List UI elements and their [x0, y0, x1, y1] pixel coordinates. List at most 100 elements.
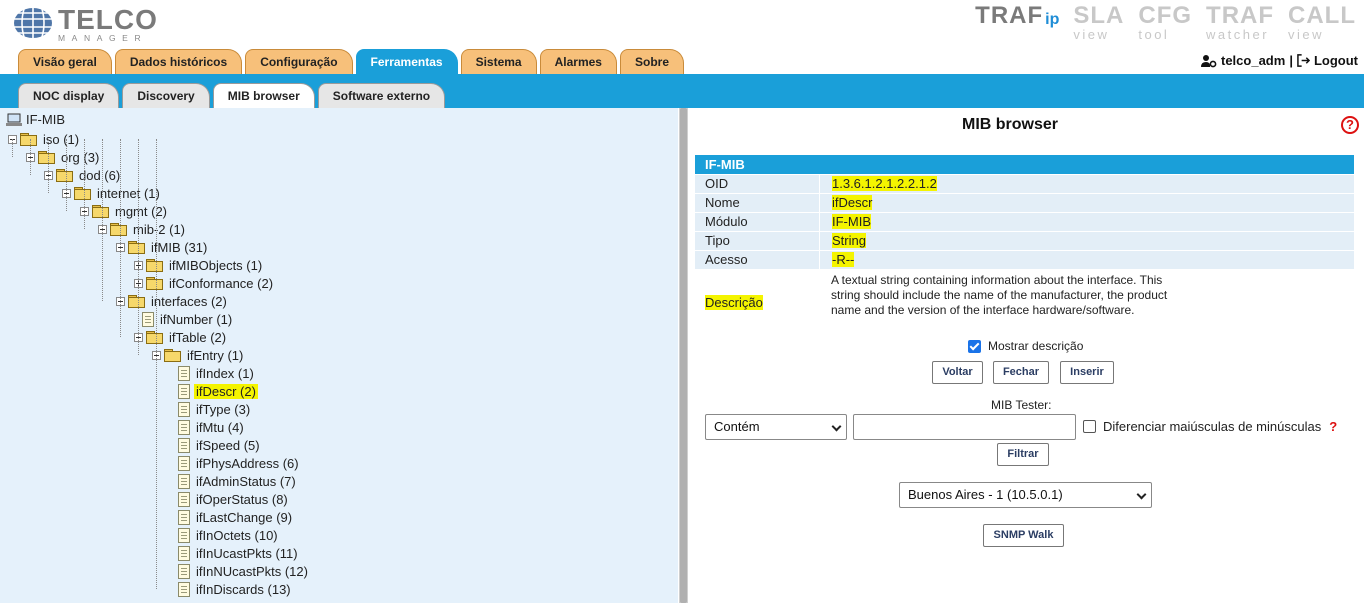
subtab-discovery[interactable]: Discovery [122, 83, 210, 108]
tree-node-label: ifOperStatus (8) [196, 491, 288, 507]
tree-node[interactable]: internet (1) [62, 184, 162, 202]
folder-icon [74, 186, 91, 200]
telco-manager-logo[interactable]: TELCO MANAGER [12, 6, 158, 42]
document-icon [178, 419, 190, 435]
tree-guide-line [66, 139, 67, 211]
tab-ferramentas[interactable]: Ferramentas [355, 49, 458, 74]
close-button[interactable]: Fechar [993, 361, 1049, 384]
tree-scrollbar-thumb[interactable] [680, 108, 687, 603]
folder-icon [164, 348, 181, 362]
show-description-toggle[interactable]: Mostrar descrição [968, 339, 1083, 353]
tree-node[interactable]: ifEntry (1) [152, 346, 245, 364]
tree-guide-line [120, 139, 121, 337]
tree-node-label: ifInNUcastPkts (12) [196, 563, 308, 579]
document-icon [142, 311, 154, 327]
tree-node-label: ifMtu (4) [196, 419, 244, 435]
folder-icon [146, 276, 163, 290]
tree-node-label: ifInUcastPkts (11) [196, 545, 298, 561]
show-description-label: Mostrar descrição [988, 339, 1084, 353]
brand-cfgtool[interactable]: CFG tool [1138, 4, 1192, 42]
tab-alarmes[interactable]: Alarmes [539, 49, 617, 74]
logout-link[interactable]: Logout [1314, 53, 1358, 68]
tree-node-label: ifMIB (31) [151, 239, 208, 255]
folder-icon [146, 258, 163, 272]
tree-node-label: ifInDiscards (13) [196, 581, 291, 597]
snmp-walk-button[interactable]: SNMP Walk [983, 524, 1064, 547]
filter-input[interactable] [853, 414, 1076, 440]
mib-table-header: IF-MIB [695, 155, 1354, 174]
tree-node[interactable]: ifNumber (1) [134, 310, 234, 328]
tree-node[interactable]: ifInUcastPkts (11) [170, 544, 300, 562]
nome-value: ifDescr [832, 195, 873, 210]
tipo-value: String [832, 233, 866, 248]
tree-node[interactable]: ifInOctets (10) [170, 526, 280, 544]
subtab-noc-display[interactable]: NOC display [18, 83, 120, 108]
tree-node[interactable]: ifInNUcastPkts (12) [170, 562, 310, 580]
help-icon[interactable]: ? [1341, 116, 1359, 134]
tree-node[interactable]: ifPhysAddress (6) [170, 454, 301, 472]
case-help-icon[interactable]: ? [1329, 419, 1337, 434]
tree-node[interactable]: interfaces (2) [116, 292, 229, 310]
user-menu: telco_adm | Logout [1201, 53, 1358, 68]
tree-node[interactable]: iso (1) [8, 130, 81, 148]
tree-node[interactable]: ifMIB (31) [116, 238, 209, 256]
insert-button[interactable]: Inserir [1060, 361, 1114, 384]
tab-configuracao[interactable]: Configuração [245, 49, 353, 74]
tree-node[interactable]: ifLastChange (9) [170, 508, 294, 526]
logout-icon[interactable] [1297, 54, 1310, 67]
tab-sobre[interactable]: Sobre [619, 49, 684, 74]
document-icon [178, 545, 190, 561]
tab-visao-geral[interactable]: Visão geral [18, 49, 112, 74]
document-icon [178, 437, 190, 453]
brand-trafip[interactable]: TRAF ip [975, 4, 1059, 28]
tree-root[interactable]: IF-MIB [6, 112, 65, 127]
match-mode-select[interactable]: Contém [705, 414, 847, 440]
show-description-checkbox[interactable] [968, 339, 981, 353]
tree-node[interactable]: ifMIBObjects (1) [134, 256, 264, 274]
document-icon [178, 563, 190, 579]
tree-guide-line [156, 139, 157, 589]
brand-callview[interactable]: CALL view [1288, 4, 1356, 42]
tree-node-label: ifAdminStatus (7) [196, 473, 296, 489]
tree-node[interactable]: ifSpeed (5) [170, 436, 262, 454]
tab-sistema[interactable]: Sistema [460, 49, 537, 74]
tree-guide-line [102, 139, 103, 301]
tree-node[interactable]: mib-2 (1) [98, 220, 187, 238]
folder-icon [38, 150, 55, 164]
oid-value: 1.3.6.1.2.1.2.2.1.2 [832, 176, 937, 191]
tree-scrollbar[interactable] [679, 108, 688, 603]
tree-node[interactable]: ifIndex (1) [170, 364, 256, 382]
tree-node-label: ifTable (2) [169, 329, 227, 345]
document-icon [178, 455, 190, 471]
username[interactable]: telco_adm [1221, 53, 1285, 68]
tree-node[interactable]: org (3) [26, 148, 101, 166]
tree-node-label: ifEntry (1) [187, 347, 244, 363]
logo-subtitle: MANAGER [58, 33, 148, 43]
case-sensitive-toggle[interactable]: Diferenciar maiúsculas de minúsculas ? [1083, 419, 1337, 434]
folder-icon [128, 240, 145, 254]
mib-info-table: IF-MIB OID 1.3.6.1.2.1.2.2.1.2 Nome ifDe… [695, 155, 1354, 269]
tree-node[interactable]: ifAdminStatus (7) [170, 472, 298, 490]
subtab-mib-browser[interactable]: MIB browser [212, 83, 315, 108]
device-select[interactable]: Buenos Aires - 1 (10.5.0.1) [899, 482, 1152, 508]
case-sensitive-checkbox[interactable] [1083, 420, 1096, 433]
document-icon [178, 473, 190, 489]
tree-node[interactable]: ifMtu (4) [170, 418, 246, 436]
product-brands: TRAF ip SLA view CFG tool TRAF watcher CA… [975, 4, 1356, 42]
document-icon [178, 581, 190, 597]
tree-node[interactable]: ifOperStatus (8) [170, 490, 290, 508]
case-sensitive-label: Diferenciar maiúsculas de minúsculas [1103, 419, 1322, 434]
subtab-software-externo[interactable]: Software externo [317, 83, 446, 108]
brand-slaview[interactable]: SLA view [1073, 4, 1124, 42]
tab-dados-historicos[interactable]: Dados históricos [114, 49, 243, 74]
tree-node[interactable]: ifInDiscards (13) [170, 580, 293, 598]
brand-trafwatcher[interactable]: TRAF watcher [1206, 4, 1274, 42]
filter-button[interactable]: Filtrar [997, 443, 1049, 466]
tree-node-label: ifMIBObjects (1) [169, 257, 263, 273]
tree-node[interactable]: ifType (3) [170, 400, 252, 418]
tree-node[interactable]: ifTable (2) [134, 328, 228, 346]
tree-guide-line [48, 139, 49, 193]
tree-guide-line [84, 139, 85, 229]
tree-node[interactable]: ifDescr (2) [170, 382, 258, 400]
back-button[interactable]: Voltar [932, 361, 983, 384]
